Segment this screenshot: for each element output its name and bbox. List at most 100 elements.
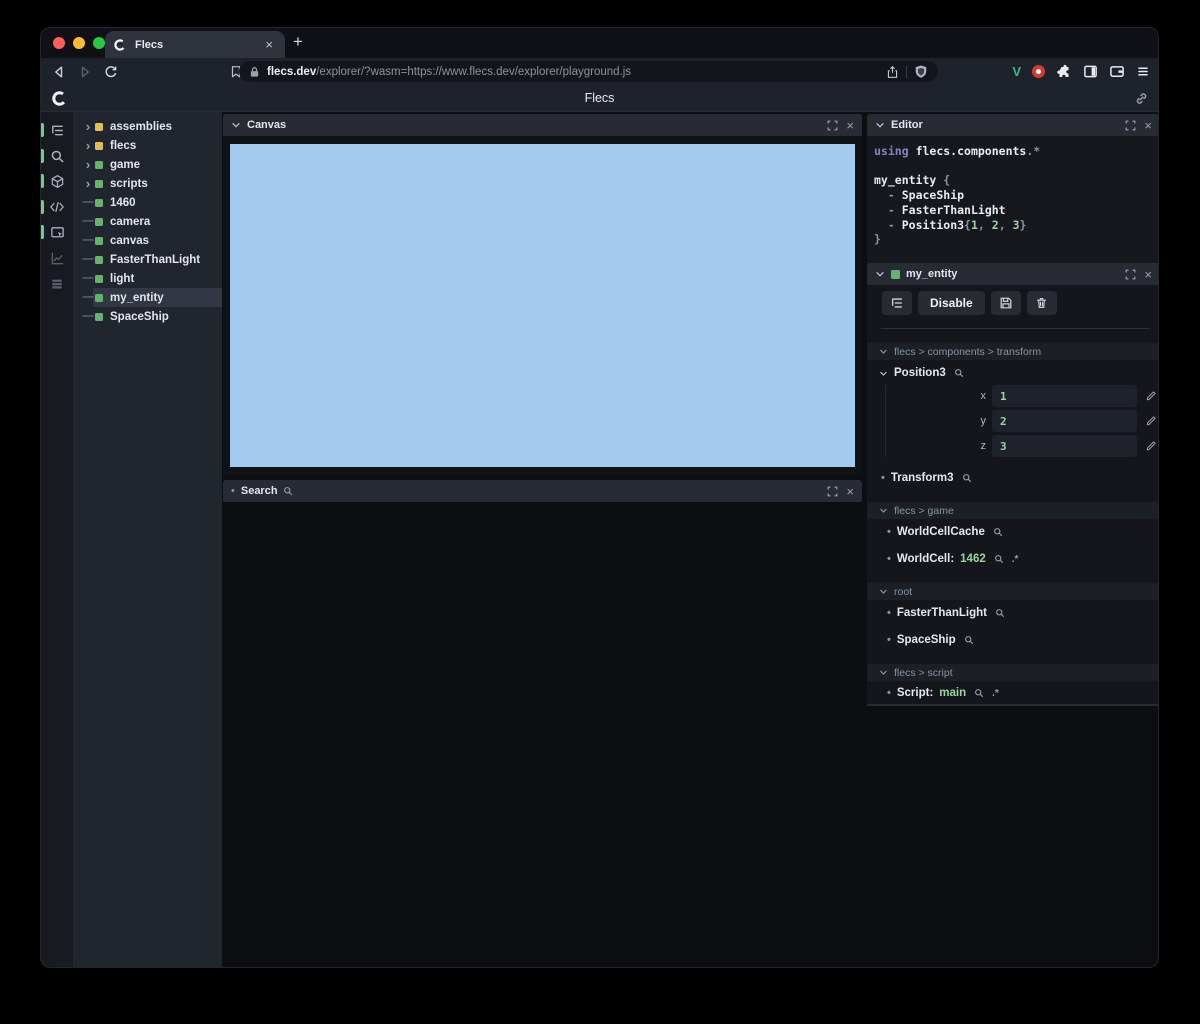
tree-item-game[interactable]: › game	[73, 155, 222, 174]
wallet-icon[interactable]	[1109, 64, 1125, 79]
menu-icon[interactable]	[1136, 65, 1150, 78]
component-transform3[interactable]: • Transform3	[881, 472, 972, 484]
url-bar[interactable]: flecs.dev /explorer/?wasm=https://www.fl…	[239, 61, 938, 82]
magnifier-icon[interactable]	[962, 473, 972, 483]
left-icon-strip	[41, 112, 73, 967]
canvas-pointer-icon[interactable]	[41, 220, 73, 244]
code-editor[interactable]: using flecs.components.* my_entity { - S…	[867, 136, 1158, 268]
component-spaceship[interactable]: • SpaceShip	[887, 634, 974, 646]
sidebar-toggle-icon[interactable]	[1083, 64, 1098, 79]
position3-x-input[interactable]: 1	[992, 385, 1137, 407]
editor-panel-header[interactable]: Editor ×	[867, 114, 1158, 136]
pencil-icon[interactable]	[1145, 440, 1157, 452]
code-icon[interactable]	[41, 195, 73, 219]
entity-square-icon	[95, 217, 103, 226]
flecs-logo-icon	[51, 90, 68, 107]
close-panel-icon[interactable]: ×	[1144, 119, 1152, 132]
close-panel-icon[interactable]: ×	[846, 485, 854, 498]
expand-arrow-icon[interactable]: ›	[81, 158, 95, 171]
share-icon[interactable]	[886, 65, 899, 79]
tree-item-camera[interactable]: — camera	[73, 212, 222, 231]
tree-view-icon[interactable]	[41, 118, 73, 142]
section-transform[interactable]: flecs > components > transform	[867, 343, 1158, 360]
magnifier-icon[interactable]	[995, 608, 1005, 618]
forward-button[interactable]	[77, 64, 93, 80]
inspector-panel-header[interactable]: my_entity ×	[867, 263, 1158, 285]
chevron-down-icon[interactable]	[879, 347, 888, 356]
pencil-icon[interactable]	[1145, 415, 1157, 427]
tree-item-flecs[interactable]: › flecs	[73, 136, 222, 155]
close-panel-icon[interactable]: ×	[1144, 268, 1152, 281]
component-fasterthanlight[interactable]: • FasterThanLight	[887, 607, 1005, 619]
chevron-down-icon[interactable]	[879, 506, 888, 515]
code-keyword: using	[874, 144, 909, 158]
magnifier-icon[interactable]	[993, 527, 1003, 537]
collapsed-bullet-icon[interactable]: •	[231, 485, 235, 497]
chevron-down-icon[interactable]	[879, 668, 888, 677]
pencil-icon[interactable]	[1145, 390, 1157, 402]
magnifier-icon[interactable]	[954, 368, 964, 378]
render-canvas[interactable]	[230, 144, 855, 467]
position3-z-input[interactable]: 3	[992, 435, 1137, 457]
red-extension-icon[interactable]	[1032, 65, 1045, 78]
chevron-down-icon[interactable]	[879, 369, 888, 378]
vue-devtools-icon[interactable]: V	[1012, 64, 1021, 79]
new-tab-button[interactable]: +	[293, 32, 303, 52]
chart-icon[interactable]	[41, 246, 73, 270]
close-window-button[interactable]	[53, 37, 65, 49]
reload-button[interactable]	[103, 64, 119, 80]
minimize-window-button[interactable]	[73, 37, 85, 49]
expand-arrow-icon[interactable]: ›	[81, 177, 95, 190]
tree-item-assemblies[interactable]: › assemblies	[73, 117, 222, 136]
save-button[interactable]	[990, 291, 1021, 315]
pair-suffix-icon[interactable]: .*	[992, 688, 999, 699]
browser-tab[interactable]: Flecs ×	[105, 31, 285, 58]
fullscreen-icon[interactable]	[827, 486, 838, 497]
tree-item-light[interactable]: — light	[73, 269, 222, 288]
component-script-main[interactable]: • Script: main .*	[887, 687, 999, 699]
tree-view-button[interactable]	[882, 291, 912, 315]
expand-arrow-icon[interactable]: ›	[81, 139, 95, 152]
position3-y-input[interactable]: 2	[992, 410, 1137, 432]
cube-icon[interactable]	[41, 169, 73, 193]
stack-icon[interactable]	[41, 272, 73, 296]
chevron-down-icon[interactable]	[879, 587, 888, 596]
magnifier-icon[interactable]	[974, 688, 984, 698]
section-script[interactable]: flecs > script	[867, 664, 1158, 681]
chevron-down-icon[interactable]	[231, 120, 241, 130]
fullscreen-icon[interactable]	[1125, 269, 1136, 280]
brave-shield-icon[interactable]	[914, 64, 928, 79]
leaf-dash-icon: —	[82, 253, 94, 265]
zoom-window-button[interactable]	[93, 37, 105, 49]
component-worldcell[interactable]: • WorldCell: 1462 .*	[887, 553, 1018, 565]
magnifier-icon[interactable]	[964, 635, 974, 645]
share-link-icon[interactable]	[1134, 91, 1149, 106]
disable-button[interactable]: Disable	[918, 291, 985, 315]
search-panel-header[interactable]: • Search ×	[223, 480, 862, 502]
magnifier-icon[interactable]	[994, 554, 1004, 564]
extensions-puzzle-icon[interactable]	[1056, 64, 1072, 80]
tree-item-canvas[interactable]: — canvas	[73, 231, 222, 250]
canvas-panel-header[interactable]: Canvas ×	[223, 114, 862, 136]
section-root[interactable]: root	[867, 583, 1158, 600]
tree-item-fasterthanlight[interactable]: — FasterThanLight	[73, 250, 222, 269]
tree-item-1460[interactable]: — 1460	[73, 193, 222, 212]
fullscreen-icon[interactable]	[827, 120, 838, 131]
tree-item-spaceship[interactable]: — SpaceShip	[73, 307, 222, 326]
back-button[interactable]	[51, 64, 67, 80]
chevron-down-icon[interactable]	[875, 120, 885, 130]
tab-close-icon[interactable]: ×	[261, 36, 277, 53]
pair-suffix-icon[interactable]: .*	[1012, 554, 1019, 565]
expand-arrow-icon[interactable]: ›	[81, 120, 95, 133]
section-game[interactable]: flecs > game	[867, 502, 1158, 519]
chevron-down-icon[interactable]	[875, 269, 885, 279]
component-worldcellcache[interactable]: • WorldCellCache	[887, 526, 1003, 538]
delete-button[interactable]	[1026, 291, 1057, 315]
close-panel-icon[interactable]: ×	[846, 119, 854, 132]
tree-item-my-entity-selected[interactable]: — my_entity	[73, 288, 222, 307]
search-icon[interactable]	[41, 144, 73, 168]
tree-item-scripts[interactable]: › scripts	[73, 174, 222, 193]
component-position3[interactable]: Position3	[879, 367, 964, 379]
component-name: Position3	[894, 367, 946, 379]
fullscreen-icon[interactable]	[1125, 120, 1136, 131]
